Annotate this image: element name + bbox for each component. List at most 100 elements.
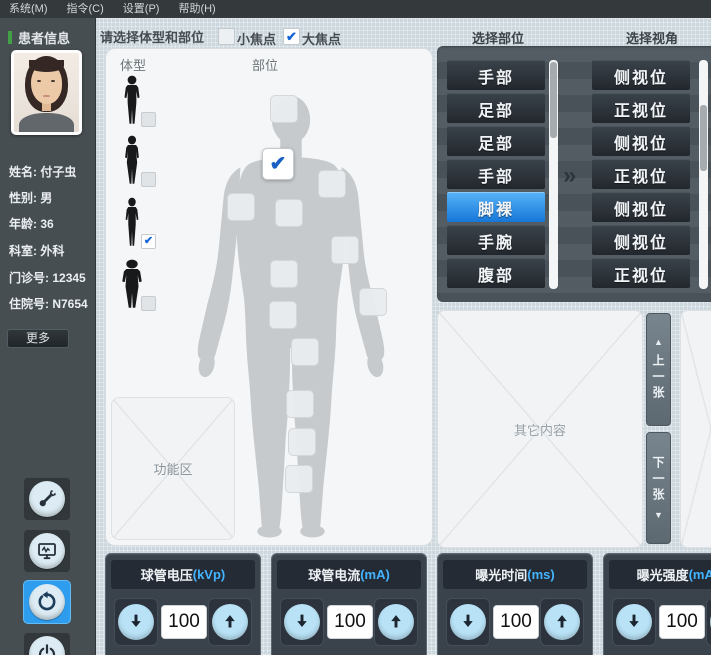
- view-list-item[interactable]: 侧视位: [592, 60, 690, 90]
- body-type-checkbox[interactable]: [141, 112, 156, 127]
- body-part-checkbox-calf[interactable]: [288, 428, 316, 456]
- part-list-item[interactable]: 腹部: [447, 258, 545, 288]
- arrow-down-icon: [118, 604, 154, 640]
- body-type-checkbox[interactable]: [141, 296, 156, 311]
- body-part-list: 手部 足部 足部 手部 脚裸 手腕 腹部: [447, 60, 545, 291]
- body-part-checkbox-ankle[interactable]: [285, 465, 313, 493]
- forward-chevron-icon: »: [563, 162, 576, 190]
- page-title: 请选择体型和部位: [100, 27, 204, 46]
- body-type-option-heavy[interactable]: [114, 259, 154, 313]
- patient-info-header: 患者信息: [8, 28, 70, 47]
- menu-item-help[interactable]: 帮助(H): [178, 0, 215, 18]
- side-placeholder-panel: [680, 310, 711, 548]
- patient-inpatient-field: 住院号: N7654: [9, 295, 88, 312]
- part-list-item-selected[interactable]: 脚裸: [447, 192, 545, 222]
- more-button[interactable]: 更多: [7, 329, 69, 348]
- small-focus-checkbox[interactable]: [218, 28, 235, 45]
- view-list-item[interactable]: 正视位: [592, 159, 690, 189]
- voltage-value-input[interactable]: [161, 605, 207, 639]
- other-content-placeholder: 其它内容: [437, 310, 643, 548]
- part-list-item[interactable]: 手部: [447, 159, 545, 189]
- tube-voltage-panel: 球管电压(kVp): [105, 553, 261, 655]
- next-image-label: 下一张: [650, 456, 667, 504]
- up-triangle-icon: ▲: [654, 338, 663, 347]
- body-part-checkbox-head[interactable]: [270, 95, 298, 123]
- decrease-voltage-button[interactable]: [114, 598, 158, 646]
- part-list-item[interactable]: 手部: [447, 60, 545, 90]
- increase-voltage-button[interactable]: [208, 598, 252, 646]
- part-list-item[interactable]: 足部: [447, 93, 545, 123]
- unit-label: (mAs): [689, 567, 711, 582]
- view-list-item[interactable]: 正视位: [592, 93, 690, 123]
- part-list-item[interactable]: 手腕: [447, 225, 545, 255]
- exposure-intensity-title: 曝光强度(mAs): [609, 560, 711, 589]
- scrollbar-thumb[interactable]: [700, 105, 707, 171]
- arrow-up-icon: [378, 604, 414, 640]
- body-type-option-female[interactable]: [114, 135, 154, 189]
- body-part-label: 部位: [252, 55, 278, 74]
- body-type-checkbox[interactable]: ✔: [141, 234, 156, 249]
- patient-name-field: 姓名: 付子虫: [9, 163, 76, 180]
- decrease-current-button[interactable]: [280, 598, 324, 646]
- menu-item-settings[interactable]: 设置(P): [123, 0, 160, 18]
- current-value-input[interactable]: [327, 605, 373, 639]
- view-list-scrollbar[interactable]: [699, 60, 708, 289]
- body-type-checkbox[interactable]: [141, 172, 156, 187]
- function-area-label: 功能区: [153, 459, 192, 478]
- patient-photo: [11, 50, 82, 135]
- body-part-checkbox-shoulder-left[interactable]: [227, 193, 255, 221]
- check-icon: ✔: [286, 30, 297, 43]
- increase-current-button[interactable]: [374, 598, 418, 646]
- reset-tool-button[interactable]: [23, 580, 71, 624]
- body-part-checkbox-chest[interactable]: ✔: [262, 148, 294, 180]
- body-part-checkbox-knee[interactable]: [286, 390, 314, 418]
- arrow-up-icon: [544, 604, 580, 640]
- large-focus-checkbox[interactable]: ✔: [283, 28, 300, 45]
- previous-image-button[interactable]: ▲ 上一张: [646, 313, 671, 426]
- body-part-checkbox-shoulder-right[interactable]: [318, 170, 346, 198]
- exposure-time-panel: 曝光时间(ms): [437, 553, 593, 655]
- view-list-item[interactable]: 侧视位: [592, 225, 690, 255]
- part-list-item[interactable]: 足部: [447, 126, 545, 156]
- decrease-intensity-button[interactable]: [612, 598, 656, 646]
- power-tool-button[interactable]: [23, 632, 71, 655]
- body-part-checkbox-thigh[interactable]: [291, 338, 319, 366]
- decrease-time-button[interactable]: [446, 598, 490, 646]
- monitor-tool-button[interactable]: [23, 529, 71, 573]
- wrench-tool-button[interactable]: [23, 477, 71, 521]
- increase-intensity-button[interactable]: [706, 598, 711, 646]
- intensity-value-input[interactable]: [659, 605, 705, 639]
- patient-dept-field: 科室: 外科: [9, 242, 64, 259]
- next-image-button[interactable]: 下一张 ▼: [646, 432, 671, 544]
- view-list-item[interactable]: 正视位: [592, 258, 690, 288]
- view-list-item[interactable]: 侧视位: [592, 126, 690, 156]
- patient-gender-field: 性别: 男: [9, 189, 52, 206]
- small-focus-label: 小焦点: [237, 29, 276, 48]
- unit-label: (ms): [527, 567, 554, 582]
- body-selection-panel: 体型 部位 ✔: [105, 48, 433, 546]
- menu-item-command[interactable]: 指令(C): [67, 0, 104, 18]
- body-part-checkbox-wrist[interactable]: [359, 288, 387, 316]
- body-part-checkbox-sternum[interactable]: [275, 199, 303, 227]
- tube-voltage-title: 球管电压(kVp): [111, 560, 255, 589]
- view-list-item[interactable]: 侧视位: [592, 192, 690, 222]
- body-type-label: 体型: [120, 55, 146, 74]
- photo-fringe: [29, 60, 64, 72]
- body-part-checkbox-abdomen[interactable]: [270, 260, 298, 288]
- photo-sweater: [19, 113, 74, 132]
- patient-info-title: 患者信息: [18, 28, 70, 47]
- function-area-placeholder: 功能区: [111, 397, 235, 540]
- accent-bar: [8, 31, 12, 44]
- increase-time-button[interactable]: [540, 598, 584, 646]
- refresh-icon: [29, 584, 65, 620]
- scrollbar-thumb[interactable]: [550, 62, 557, 138]
- body-part-checkbox-elbow[interactable]: [331, 236, 359, 264]
- large-focus-label: 大焦点: [302, 29, 341, 48]
- body-type-option-male[interactable]: [114, 75, 154, 129]
- exposure-intensity-panel: 曝光强度(mAs): [603, 553, 711, 655]
- body-part-checkbox-pelvis[interactable]: [269, 301, 297, 329]
- body-type-option-slim[interactable]: ✔: [114, 197, 154, 251]
- menu-item-system[interactable]: 系统(M): [9, 0, 48, 18]
- part-list-scrollbar[interactable]: [549, 60, 558, 289]
- time-value-input[interactable]: [493, 605, 539, 639]
